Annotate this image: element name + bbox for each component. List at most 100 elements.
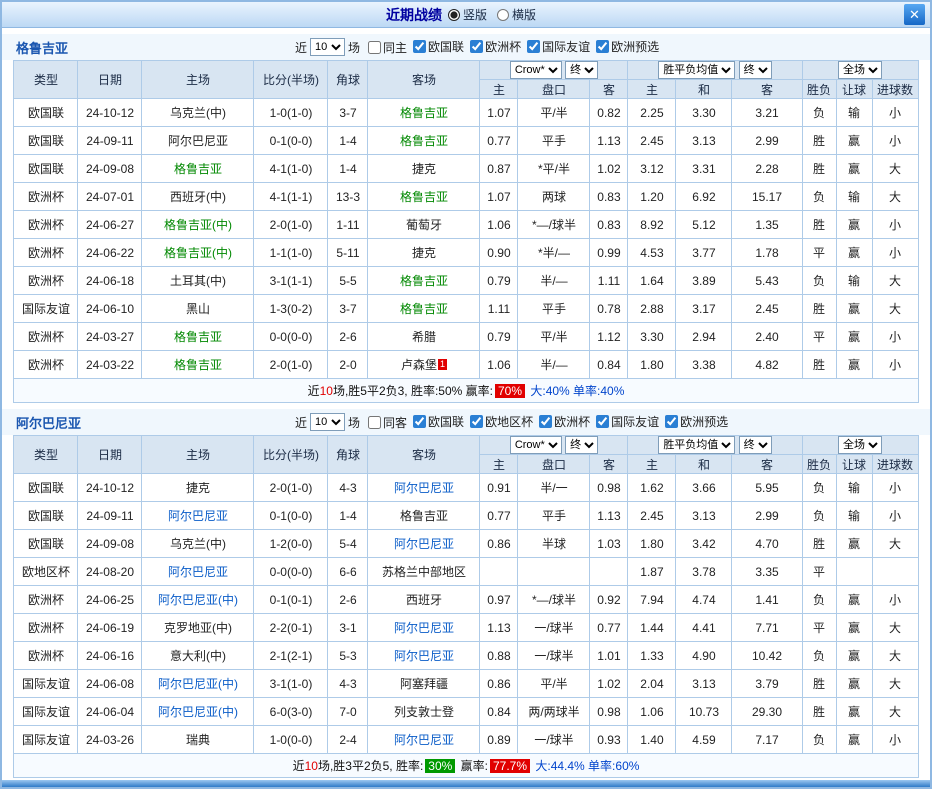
home-team[interactable]: 阿尔巴尼亚(中)	[142, 698, 254, 726]
result-wdl: 胜	[802, 127, 836, 155]
odds-company-select[interactable]: Crow*	[510, 436, 562, 454]
league-filter-checkbox[interactable]: 欧国联	[408, 413, 464, 430]
corners: 4-3	[328, 670, 368, 698]
home-team[interactable]: 黑山	[142, 295, 254, 323]
scope-select[interactable]: 全场	[838, 436, 882, 454]
league-checkbox-input[interactable]	[413, 415, 426, 428]
layout-radio-horizontal[interactable]: 横版	[497, 6, 536, 23]
away-team[interactable]: 苏格兰中部地区	[368, 558, 480, 586]
away-team[interactable]: 西班牙	[368, 586, 480, 614]
league-checkbox-input[interactable]	[527, 40, 540, 53]
home-team[interactable]: 格鲁吉亚(中)	[142, 239, 254, 267]
home-team[interactable]: 意大利(中)	[142, 642, 254, 670]
home-team[interactable]: 格鲁吉亚	[142, 351, 254, 379]
away-team[interactable]: 葡萄牙	[368, 211, 480, 239]
league-filter-checkbox[interactable]: 欧洲杯	[465, 38, 521, 55]
league-filter-checkbox[interactable]: 欧洲预选	[660, 413, 728, 430]
match-count-select[interactable]: 10	[310, 38, 345, 56]
same-venue-checkbox[interactable]: 同主	[363, 39, 407, 56]
handicap-odds-away: 1.11	[590, 267, 628, 295]
league-checkbox-input[interactable]	[470, 40, 483, 53]
match-row: 欧洲杯24-06-27格鲁吉亚(中)2-0(1-0)1-11葡萄牙1.06*—/…	[14, 211, 918, 239]
league-checkbox-input[interactable]	[539, 415, 552, 428]
home-team[interactable]: 瑞典	[142, 726, 254, 754]
layout-radio-horizontal-input[interactable]	[497, 9, 509, 21]
away-team[interactable]: 希腊	[368, 323, 480, 351]
corners: 13-3	[328, 183, 368, 211]
away-team[interactable]: 格鲁吉亚	[368, 127, 480, 155]
home-team[interactable]: 克罗地亚(中)	[142, 614, 254, 642]
league-checkbox-input[interactable]	[596, 415, 609, 428]
odds-company-select[interactable]: Crow*	[510, 61, 562, 79]
same-venue-checkbox[interactable]: 同客	[363, 414, 407, 431]
odds-time-select[interactable]: 终	[565, 61, 598, 79]
layout-radio-vertical-input[interactable]	[448, 9, 460, 21]
home-team[interactable]: 格鲁吉亚	[142, 155, 254, 183]
corners: 2-6	[328, 323, 368, 351]
away-team[interactable]: 阿尔巴尼亚	[368, 726, 480, 754]
home-team[interactable]: 阿尔巴尼亚	[142, 558, 254, 586]
home-team[interactable]: 捷克	[142, 474, 254, 502]
league-filter-checkbox[interactable]: 欧国联	[408, 38, 464, 55]
away-team[interactable]: 阿尔巴尼亚	[368, 530, 480, 558]
away-team[interactable]: 格鲁吉亚	[368, 502, 480, 530]
away-team[interactable]: 列支敦士登	[368, 698, 480, 726]
away-team[interactable]: 格鲁吉亚	[368, 99, 480, 127]
near-label: 近	[295, 414, 307, 431]
league-filter-checkbox[interactable]: 国际友谊	[522, 38, 590, 55]
league-checkbox-input[interactable]	[665, 415, 678, 428]
match-count-select[interactable]: 10	[310, 413, 345, 431]
home-team[interactable]: 阿尔巴尼亚	[142, 127, 254, 155]
avg-type-select[interactable]: 胜平负均值	[658, 61, 735, 79]
away-team[interactable]: 阿塞拜疆	[368, 670, 480, 698]
scope-select[interactable]: 全场	[838, 61, 882, 79]
away-team[interactable]: 阿尔巴尼亚	[368, 614, 480, 642]
result-wdl: 负	[802, 99, 836, 127]
league-filter-checkbox[interactable]: 欧洲预选	[591, 38, 659, 55]
away-team[interactable]: 捷克	[368, 239, 480, 267]
close-icon[interactable]: ✕	[904, 4, 925, 25]
handicap-odds-away: 1.01	[590, 642, 628, 670]
away-team[interactable]: 格鲁吉亚	[368, 267, 480, 295]
home-team[interactable]: 格鲁吉亚(中)	[142, 211, 254, 239]
col-avg-draw: 和	[676, 80, 732, 99]
result-goals: 小	[872, 99, 918, 127]
same-venue-checkbox-input[interactable]	[368, 41, 381, 54]
home-team[interactable]: 乌克兰(中)	[142, 99, 254, 127]
league-filter-checkbox[interactable]: 欧地区杯	[465, 413, 533, 430]
league-filter-checkbox[interactable]: 欧洲杯	[534, 413, 590, 430]
match-date: 24-03-22	[78, 351, 142, 379]
league-checkbox-input[interactable]	[413, 40, 426, 53]
handicap-line: 平/半	[518, 99, 590, 127]
match-row: 欧国联24-09-11阿尔巴尼亚0-1(0-0)1-4格鲁吉亚0.77平手1.1…	[14, 127, 918, 155]
handicap-odds-home: 0.90	[480, 239, 518, 267]
away-team[interactable]: 阿尔巴尼亚	[368, 642, 480, 670]
avg-type-select[interactable]: 胜平负均值	[658, 436, 735, 454]
layout-radio-vertical[interactable]: 竖版	[448, 6, 487, 23]
avg-odds-home: 1.40	[628, 726, 676, 754]
home-team[interactable]: 乌克兰(中)	[142, 530, 254, 558]
league-checkbox-input[interactable]	[596, 40, 609, 53]
home-team[interactable]: 阿尔巴尼亚(中)	[142, 586, 254, 614]
avg-time-select[interactable]: 终	[739, 436, 772, 454]
away-team[interactable]: 格鲁吉亚	[368, 183, 480, 211]
home-team[interactable]: 土耳其(中)	[142, 267, 254, 295]
away-team[interactable]: 卢森堡1	[368, 351, 480, 379]
handicap-line: 一/球半	[518, 614, 590, 642]
avg-odds-draw: 3.17	[676, 295, 732, 323]
col-corner: 角球	[328, 61, 368, 99]
home-team[interactable]: 格鲁吉亚	[142, 323, 254, 351]
away-team[interactable]: 格鲁吉亚	[368, 295, 480, 323]
odds-time-select[interactable]: 终	[565, 436, 598, 454]
league-checkbox-input[interactable]	[470, 415, 483, 428]
avg-time-select[interactable]: 终	[739, 61, 772, 79]
league-filter-checkbox[interactable]: 国际友谊	[591, 413, 659, 430]
away-team[interactable]: 阿尔巴尼亚	[368, 474, 480, 502]
same-venue-checkbox-input[interactable]	[368, 416, 381, 429]
match-date: 24-06-16	[78, 642, 142, 670]
away-team[interactable]: 捷克	[368, 155, 480, 183]
avg-odds-home: 1.20	[628, 183, 676, 211]
home-team[interactable]: 阿尔巴尼亚(中)	[142, 670, 254, 698]
home-team[interactable]: 西班牙(中)	[142, 183, 254, 211]
home-team[interactable]: 阿尔巴尼亚	[142, 502, 254, 530]
